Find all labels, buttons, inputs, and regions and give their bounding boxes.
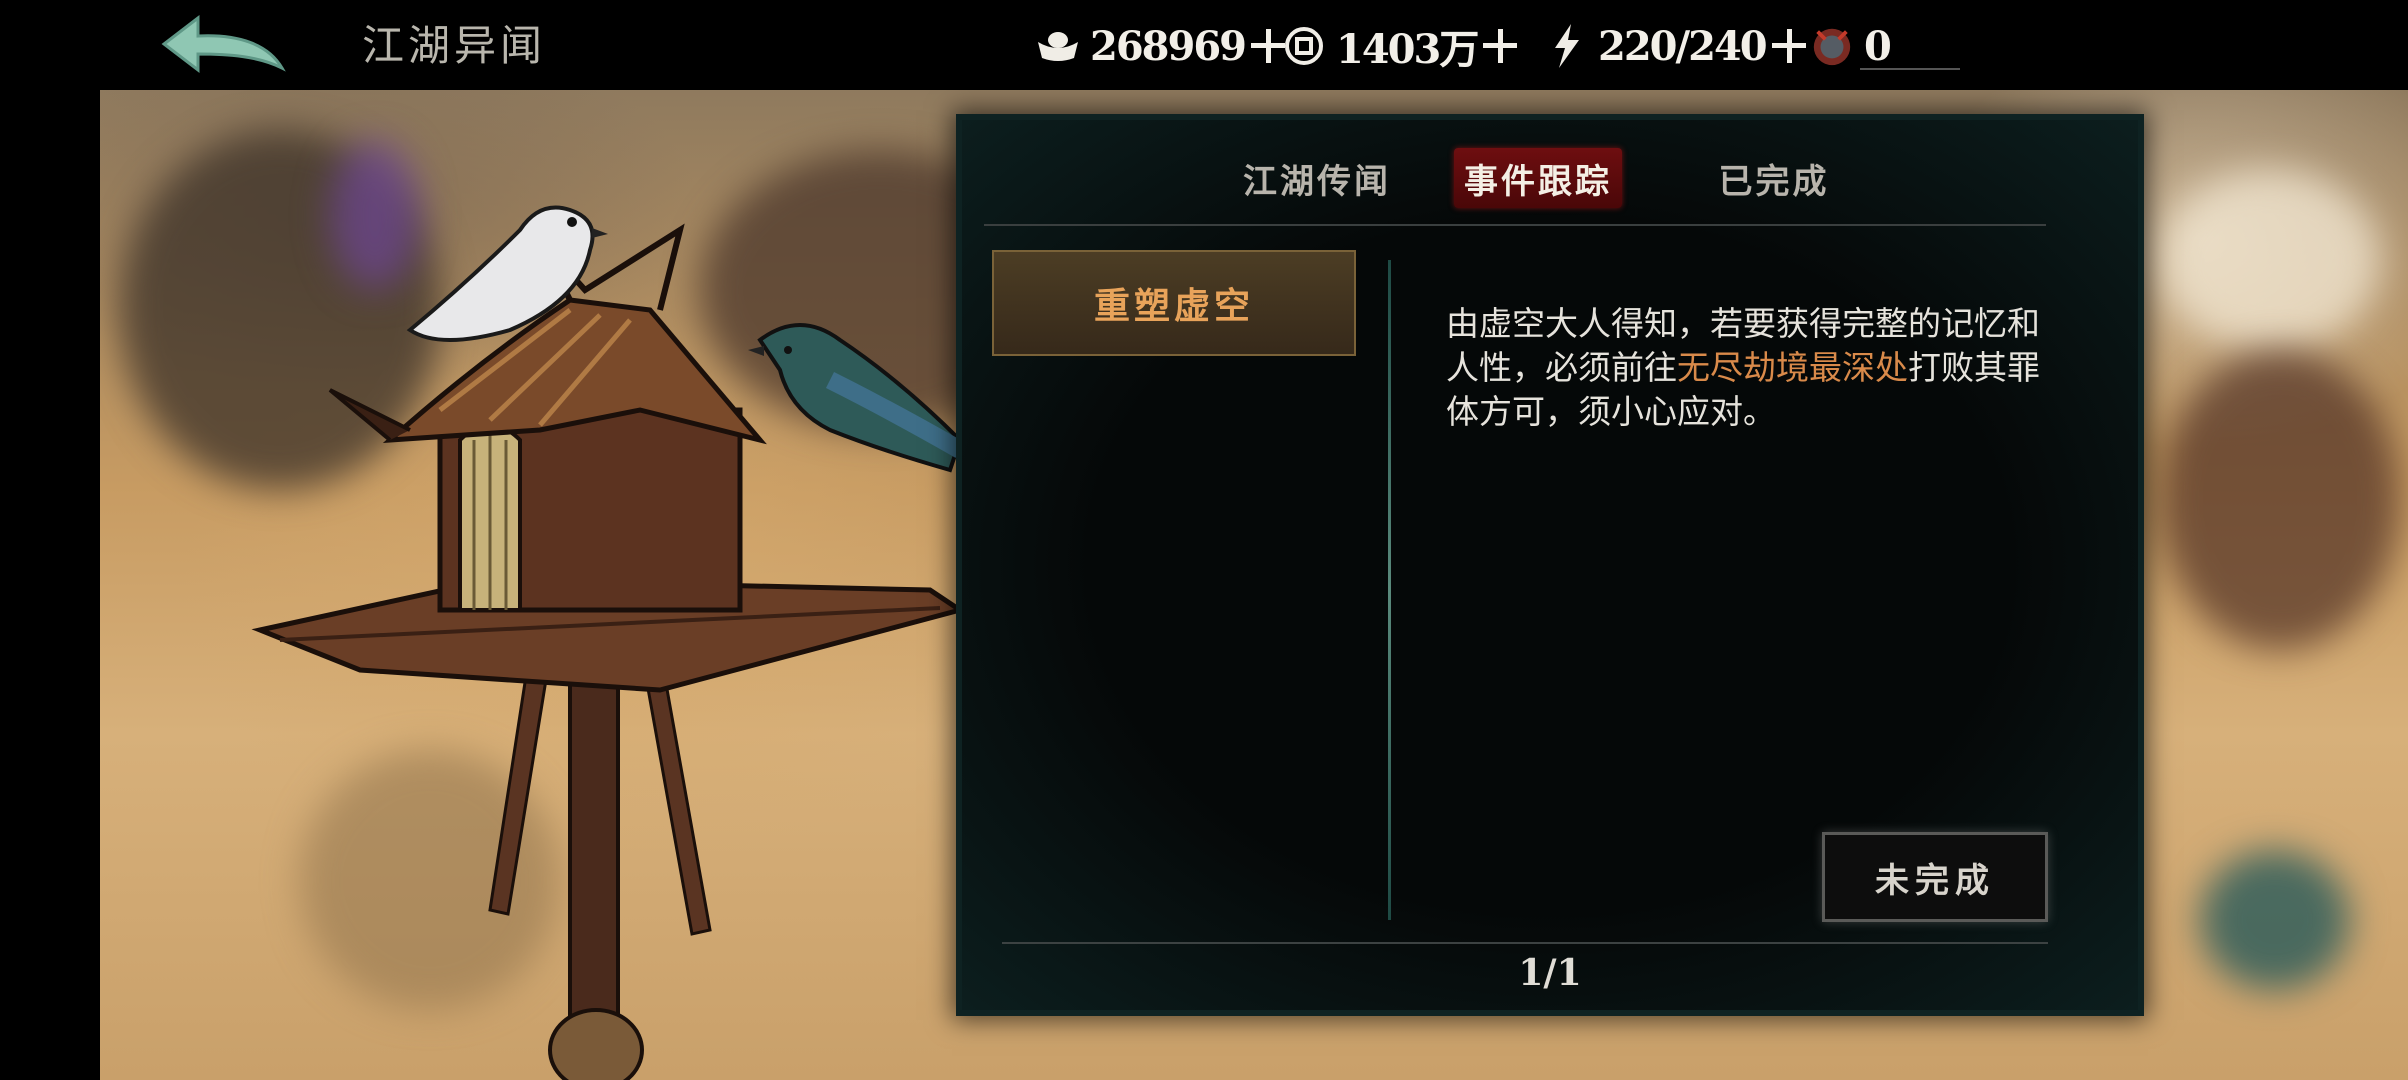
footer-divider <box>1002 942 2048 944</box>
status-label: 未完成 <box>1875 860 1995 901</box>
quest-title: 重塑虚空 <box>1093 285 1254 327</box>
description-highlight: 无尽劫境最深处 <box>1677 348 1908 387</box>
event-panel: 江湖传闻 事件跟踪 已完成 重塑虚空 由虚空大人得知，若要获得完整的记忆和人性，… <box>962 120 2138 1010</box>
back-arrow-icon <box>161 14 286 74</box>
blurred-stall <box>2160 350 2400 650</box>
silver-value: 268969 <box>1090 22 1247 70</box>
lightning-energy-icon <box>1544 24 1588 68</box>
copper-coin-icon <box>1282 24 1326 68</box>
mask-value: 0 <box>1864 22 1892 70</box>
tab-completed[interactable]: 已完成 <box>1708 148 1840 208</box>
energy-resource[interactable]: 220/240 <box>1544 20 1806 72</box>
blurred-tent <box>2160 170 2380 350</box>
tab-bar: 江湖传闻 事件跟踪 已完成 <box>962 148 2138 208</box>
mask-resource[interactable]: 0 <box>1810 20 1892 72</box>
coin-value: 1403万 <box>1336 26 1479 73</box>
quest-description: 由虚空大人得知，若要获得完整的记忆和人性，必须前往无尽劫境最深处打败其罪体方可，… <box>1446 302 2046 434</box>
top-bar: 江湖异闻 268969 1403万 220/240 0 <box>0 0 2408 90</box>
quest-list-item[interactable]: 重塑虚空 <box>992 250 1356 356</box>
add-silver-icon[interactable] <box>1251 29 1285 63</box>
tab-rumors[interactable]: 江湖传闻 <box>1232 148 1402 208</box>
silver-resource[interactable]: 268969 <box>1036 20 1285 72</box>
demon-mask-icon <box>1810 24 1854 68</box>
resource-divider <box>1860 68 1960 70</box>
column-divider <box>1388 260 1391 920</box>
silver-ingot-icon <box>1036 24 1080 68</box>
status-button[interactable]: 未完成 <box>1822 832 2048 922</box>
coin-resource[interactable]: 1403万 <box>1282 20 1518 73</box>
back-button[interactable] <box>158 14 288 76</box>
page-title: 江湖异闻 <box>362 21 547 70</box>
blurred-chest <box>2200 850 2350 990</box>
tab-event-tracking[interactable]: 事件跟踪 <box>1454 148 1622 208</box>
energy-value: 220/240 <box>1598 22 1768 70</box>
add-energy-icon[interactable] <box>1771 29 1806 63</box>
pagination: 1/1 <box>1518 952 1582 994</box>
tab-underline <box>984 224 2046 226</box>
pigeon-house-illustration <box>251 205 966 1080</box>
add-coin-icon[interactable] <box>1483 29 1518 63</box>
